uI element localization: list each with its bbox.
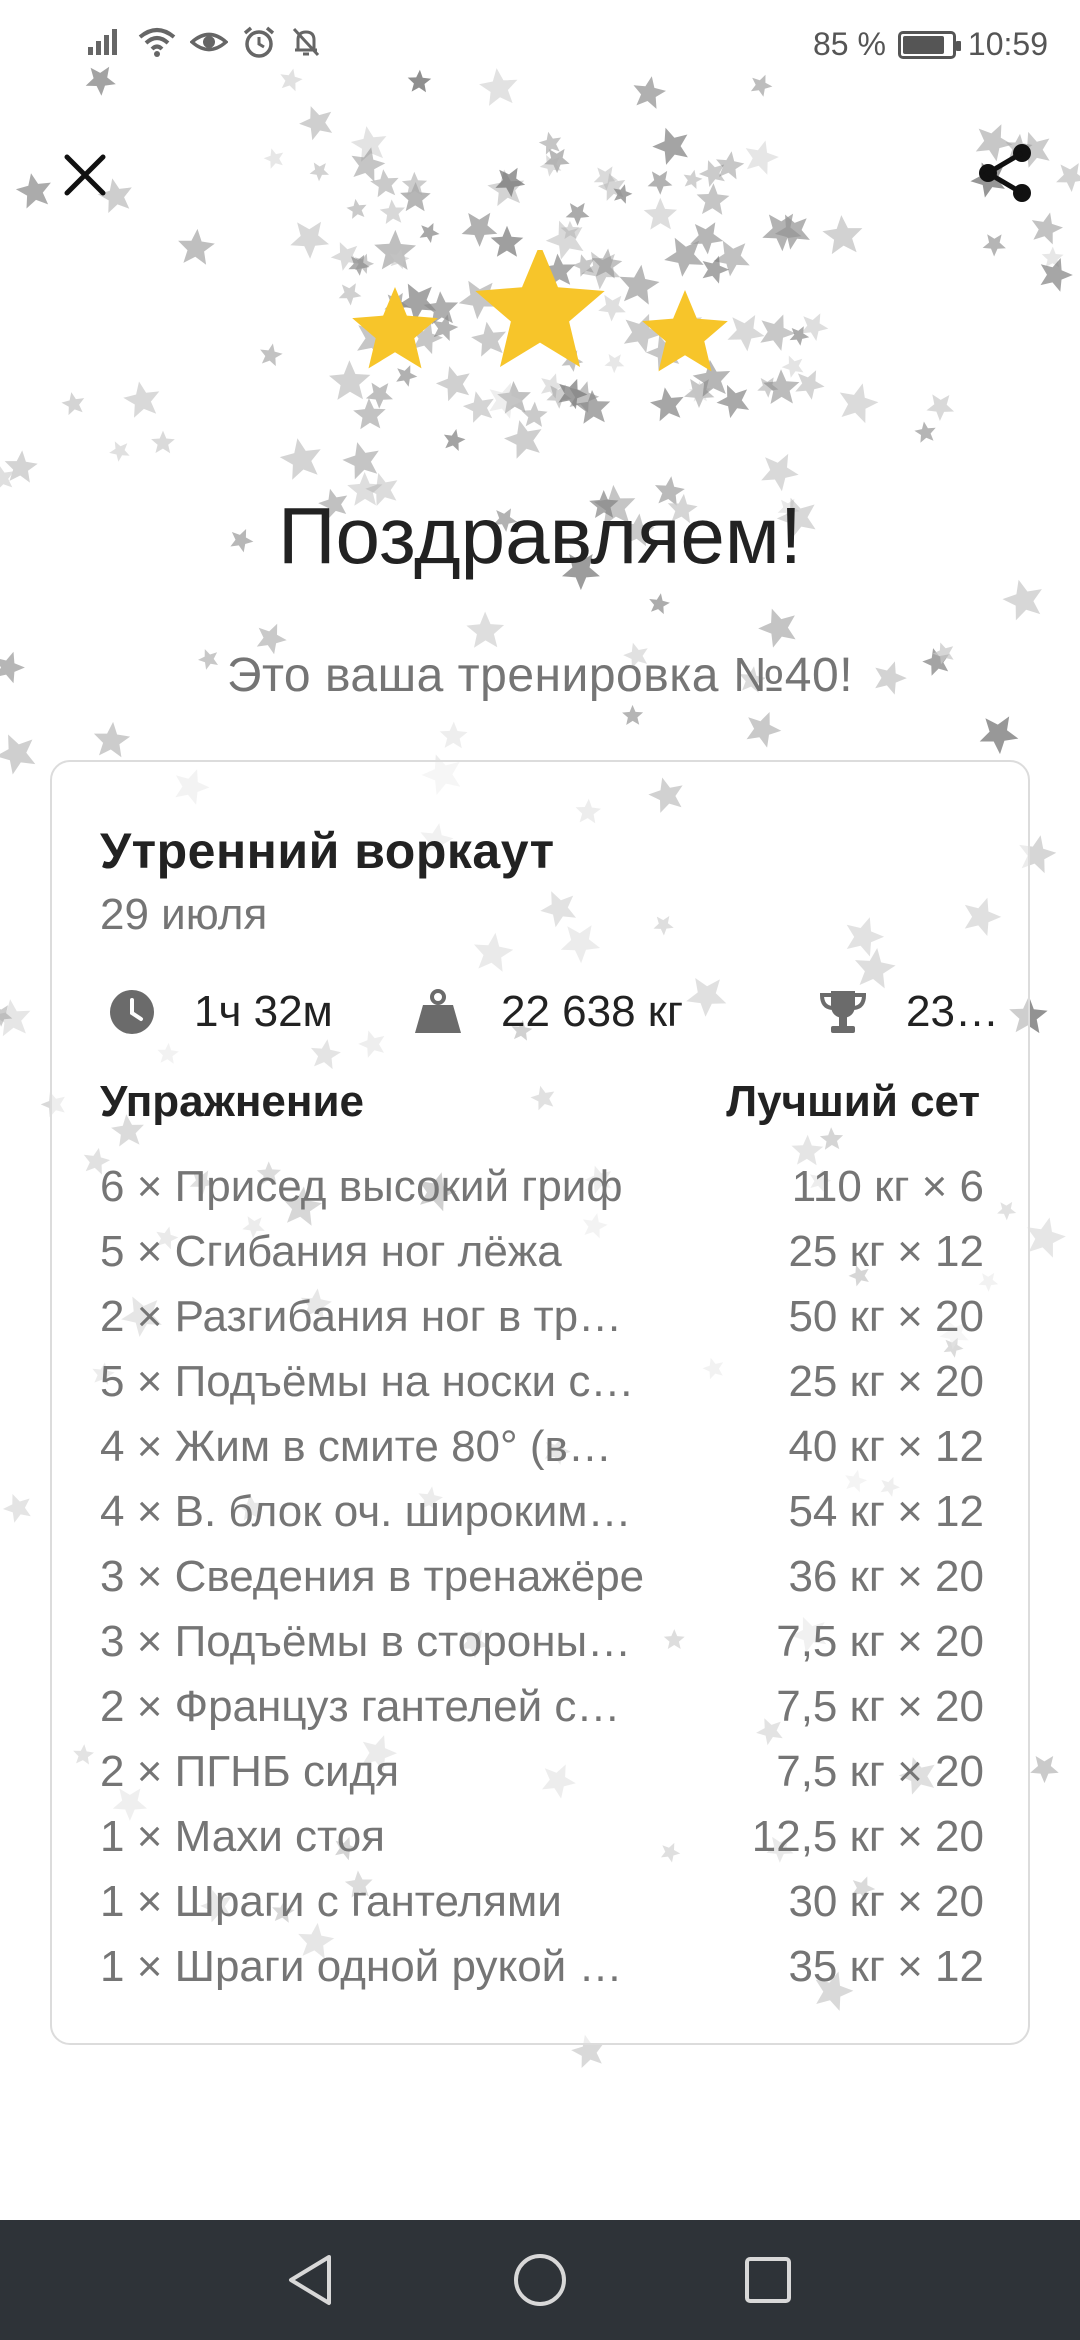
wifi-icon [138,27,176,57]
exercise-best-set: 40 кг × 12 [788,1422,984,1471]
close-button[interactable] [50,140,120,210]
exercise-name: 4 × В. блок оч. широким… [100,1487,632,1536]
exercise-best-set: 54 кг × 12 [788,1487,984,1536]
home-button[interactable] [510,2250,570,2310]
exercise-name: 2 × Француз гантелей с… [100,1682,621,1731]
share-icon [979,144,1031,202]
clock: 10:59 [967,26,1048,62]
back-icon [289,2255,331,2305]
exercise-row: 1 × Шраги с гантелями 30 кг × 20 [100,1877,984,1942]
exercise-best-set: 35 кг × 12 [788,1942,984,1991]
exercise-best-set: 36 кг × 20 [788,1552,984,1601]
exercise-name: 1 × Шраги с гантелями [100,1877,562,1926]
back-button[interactable] [280,2250,340,2310]
recents-icon [745,2257,791,2303]
workout-stats: 1ч 32м 22 638 кг 23… [108,972,1008,1052]
workout-count-text: Это ваша тренировка №40! [226,649,854,702]
exercise-row: 3 × Сведения в тренажёре 36 кг × 20 [100,1552,984,1617]
close-icon [64,154,106,196]
duration-stat: 1ч 32м [108,972,333,1052]
exercise-row: 4 × Жим в смите 80° (в… 40 кг × 12 [100,1422,984,1487]
volume-stat: 22 638 кг [413,972,683,1052]
alarm-icon [242,26,276,58]
share-button[interactable] [970,138,1040,208]
weight-icon [413,989,463,1035]
battery-icon [897,30,961,59]
duration-value: 1ч 32м [194,987,333,1036]
exercise-row: 1 × Махи стоя 12,5 кг × 20 [100,1812,984,1877]
exercise-row: 5 × Подъёмы на носки с… 25 кг × 20 [100,1357,984,1422]
exercise-name: 5 × Сгибания ног лёжа [100,1227,562,1276]
clock-icon [108,988,156,1036]
exercise-row: 2 × ПГНБ сидя 7,5 кг × 20 [100,1747,984,1812]
workout-summary-card: Утренний воркаут 29 июля 1ч 32м 22 638 к… [50,760,1030,2045]
exercise-name: 5 × Подъёмы на носки с… [100,1357,635,1406]
congrats-title: Поздравляем! [277,491,803,580]
workout-date: 29 июля [100,890,268,939]
workout-title: Утренний воркаут [100,823,555,879]
rating-star-icon [352,287,438,369]
exercise-row: 5 × Сгибания ног лёжа 25 кг × 12 [100,1227,984,1292]
rating-stars [352,250,728,372]
exercise-best-set: 30 кг × 20 [788,1877,984,1926]
battery-percent: 85 % [812,26,886,62]
rating-star-icon [475,250,605,367]
exercise-best-set: 7,5 кг × 20 [776,1617,984,1666]
exercise-list: 6 × Присед высокий гриф 110 кг × 6 5 × Сги… [100,1162,984,2007]
exercise-row: 2 × Француз гантелей с… 7,5 кг × 20 [100,1682,984,1747]
exercise-row: 2 × Разгибания ног в тр… 50 кг × 20 [100,1292,984,1357]
recents-button[interactable] [738,2250,798,2310]
best-set-column-header: Лучший сет [726,1077,980,1126]
exercise-name: 1 × Шраги одной рукой … [100,1942,623,1991]
status-right: 85 % 10:59 [813,26,1048,63]
exercise-row: 4 × В. блок оч. широким… 54 кг × 12 [100,1487,984,1552]
records-value: 23… [906,987,999,1036]
exercise-name: 1 × Махи стоя [100,1812,385,1861]
exercise-name: 3 × Подъёмы в стороны… [100,1617,632,1666]
rating-star-icon [642,290,728,372]
exercise-best-set: 110 кг × 6 [791,1162,984,1211]
exercise-best-set: 25 кг × 20 [788,1357,984,1406]
exercise-name: 4 × Жим в смите 80° (в… [100,1422,612,1471]
exercise-column-header: Упражнение [100,1077,364,1126]
trophy-icon [818,987,868,1037]
exercise-best-set: 7,5 кг × 20 [776,1682,984,1731]
exercise-best-set: 25 кг × 12 [788,1227,984,1276]
battery-level [902,35,944,54]
exercise-best-set: 50 кг × 20 [788,1292,984,1341]
records-stat: 23… [818,972,999,1052]
system-nav-bar [0,2220,1080,2340]
volume-value: 22 638 кг [501,987,684,1036]
exercise-best-set: 7,5 кг × 20 [776,1747,984,1796]
notifications-off-icon [290,26,322,58]
exercise-name: 2 × ПГНБ сидя [100,1747,400,1796]
exercise-row: 6 × Присед высокий гриф 110 кг × 6 [100,1162,984,1227]
exercise-name: 3 × Сведения в тренажёре [100,1552,645,1601]
signal-icon [88,27,124,57]
exercise-row: 3 × Подъёмы в стороны… 7,5 кг × 20 [100,1617,984,1682]
exercise-best-set: 12,5 кг × 20 [751,1812,984,1861]
exercise-name: 6 × Присед высокий гриф [100,1162,623,1211]
exercise-name: 2 × Разгибания ног в тр… [100,1292,623,1341]
status-icons [88,26,322,58]
exercise-row: 1 × Шраги одной рукой … 35 кг × 12 [100,1942,984,2007]
status-bar: 85 % 10:59 [0,0,1080,90]
eye-icon [190,27,228,57]
home-icon [514,2254,566,2306]
